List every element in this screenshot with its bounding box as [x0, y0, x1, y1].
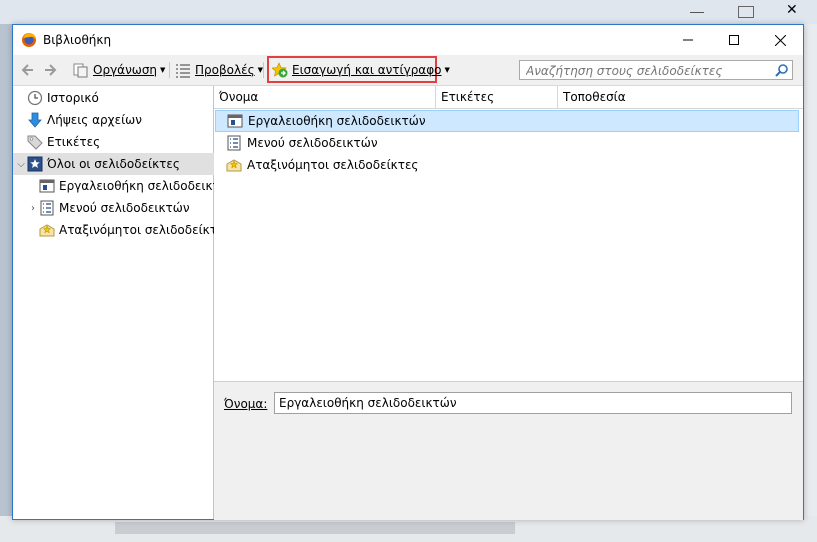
- maximize-button[interactable]: [711, 25, 757, 55]
- organize-label: Οργάνωση: [93, 63, 158, 77]
- window-title: Βιβλιοθήκη: [43, 33, 112, 47]
- list-row-bookmarks-menu[interactable]: Μενού σελιδοδεικτών: [215, 132, 799, 154]
- background-maximize-icon: [738, 6, 754, 18]
- unsorted-folder-icon: [39, 222, 55, 238]
- views-menu-button[interactable]: Προβολές ▼: [175, 60, 263, 80]
- organize-icon: [73, 63, 88, 78]
- chevron-right-icon[interactable]: ›: [27, 203, 39, 214]
- sidebar-item-bookmarks-toolbar[interactable]: Εργαλειοθήκη σελιδοδεικτ...: [13, 175, 239, 197]
- views-list-icon: [176, 64, 190, 78]
- menu-folder-icon: [226, 135, 242, 151]
- menu-folder-icon: [39, 200, 55, 216]
- search-box[interactable]: [519, 60, 793, 80]
- sidebar-item-tags[interactable]: Ετικέτες: [13, 131, 227, 153]
- sidebar-item-bookmarks-menu[interactable]: › Μενού σελιδοδεικτών: [13, 197, 227, 219]
- chevron-down-icon[interactable]: ⌵: [15, 159, 27, 170]
- maximize-icon: [729, 35, 739, 45]
- download-arrow-icon: [27, 112, 43, 128]
- toolbar-separator: [263, 62, 264, 78]
- row-name: Εργαλειοθήκη σελιδοδεικτών: [248, 114, 426, 128]
- background-window-titlebar: ✕: [0, 0, 817, 24]
- back-arrow-icon: [21, 64, 33, 76]
- import-backup-menu-button[interactable]: Εισαγωγή και αντίγραφο ▼: [272, 60, 450, 80]
- row-name: Μενού σελιδοδεικτών: [247, 136, 378, 150]
- import-label: Εισαγωγή και αντίγραφο: [292, 63, 442, 77]
- tag-icon: [27, 134, 43, 150]
- title-bar: Βιβλιοθήκη: [13, 25, 803, 55]
- dropdown-arrow-icon: ▼: [160, 66, 166, 74]
- search-icon[interactable]: [775, 63, 789, 77]
- name-field-label: Όνομα:: [224, 397, 268, 411]
- toolbar-folder-icon: [227, 113, 243, 129]
- star-bookmarks-icon: [27, 156, 43, 172]
- sidebar-item-all-bookmarks[interactable]: ⌵ Όλοι οι σελιδοδείκτες: [13, 153, 215, 175]
- forward-arrow-icon: [45, 64, 57, 76]
- firefox-icon: [22, 33, 36, 47]
- row-name: Αταξινόμητοι σελιδοδείκτες: [247, 158, 419, 172]
- column-header-label: Ετικέτες: [441, 90, 495, 104]
- sidebar-item-history[interactable]: Ιστορικό: [13, 87, 227, 109]
- details-pane: Όνομα:: [214, 381, 803, 520]
- header-divider: [214, 108, 803, 109]
- minimize-icon: [683, 39, 693, 41]
- search-input[interactable]: [524, 62, 778, 80]
- column-header-location[interactable]: Τοποθεσία: [558, 86, 803, 108]
- column-header-label: Τοποθεσία: [563, 90, 626, 104]
- toolbar: Οργάνωση ▼ Προβολές ▼ Εισαγωγή και αντίγ…: [13, 55, 803, 86]
- bookmarks-list: Όνομα Ετικέτες Τοποθεσία Εργαλειοθήκη σε…: [214, 86, 803, 380]
- sidebar-item-label: Μενού σελιδοδεικτών: [59, 201, 190, 215]
- close-button[interactable]: [757, 25, 803, 55]
- background-close-icon: ✕: [786, 2, 798, 18]
- organize-menu-button[interactable]: Οργάνωση ▼: [73, 60, 165, 80]
- column-header-label: Όνομα: [219, 90, 259, 104]
- background-minimize-icon: [690, 12, 704, 13]
- import-star-icon: [272, 62, 288, 78]
- toolbar-separator: [169, 62, 170, 78]
- dropdown-arrow-icon: ▼: [444, 66, 450, 74]
- close-icon: [774, 34, 786, 46]
- sidebar-item-downloads[interactable]: Λήψεις αρχείων: [13, 109, 227, 131]
- forward-button[interactable]: [43, 60, 57, 80]
- library-window: Βιβλιοθήκη Οργάνωση ▼ Προβολές ▼ Εισαγωγ…: [12, 24, 804, 520]
- name-field[interactable]: [274, 392, 792, 414]
- sidebar-item-label: Ετικέτες: [47, 135, 101, 149]
- sidebar-item-label: Αταξινόμητοι σελιδοδείκτες: [59, 223, 231, 237]
- sidebar-tree: Ιστορικό Λήψεις αρχείων Ετικέτες ⌵ Όλοι …: [13, 86, 231, 519]
- minimize-button[interactable]: [665, 25, 711, 55]
- column-header-name[interactable]: Όνομα: [214, 86, 436, 108]
- sidebar-item-label: Λήψεις αρχείων: [47, 113, 142, 127]
- background-scroll-thumb: [115, 522, 515, 534]
- list-row-unsorted-bookmarks[interactable]: Αταξινόμητοι σελιδοδείκτες: [215, 154, 799, 176]
- clock-icon: [27, 90, 43, 106]
- unsorted-folder-icon: [226, 157, 242, 173]
- sidebar-item-label: Όλοι οι σελιδοδείκτες: [47, 157, 180, 171]
- sidebar-item-label: Εργαλειοθήκη σελιδοδεικτ...: [59, 179, 232, 193]
- toolbar-folder-icon: [39, 178, 55, 194]
- views-label: Προβολές: [195, 63, 255, 77]
- back-button[interactable]: [21, 60, 35, 80]
- sidebar-item-label: Ιστορικό: [47, 91, 99, 105]
- sidebar-item-unsorted-bookmarks[interactable]: Αταξινόμητοι σελιδοδείκτες: [13, 219, 239, 241]
- list-row-bookmarks-toolbar[interactable]: Εργαλειοθήκη σελιδοδεικτών: [215, 110, 799, 132]
- column-header-tags[interactable]: Ετικέτες: [436, 86, 558, 108]
